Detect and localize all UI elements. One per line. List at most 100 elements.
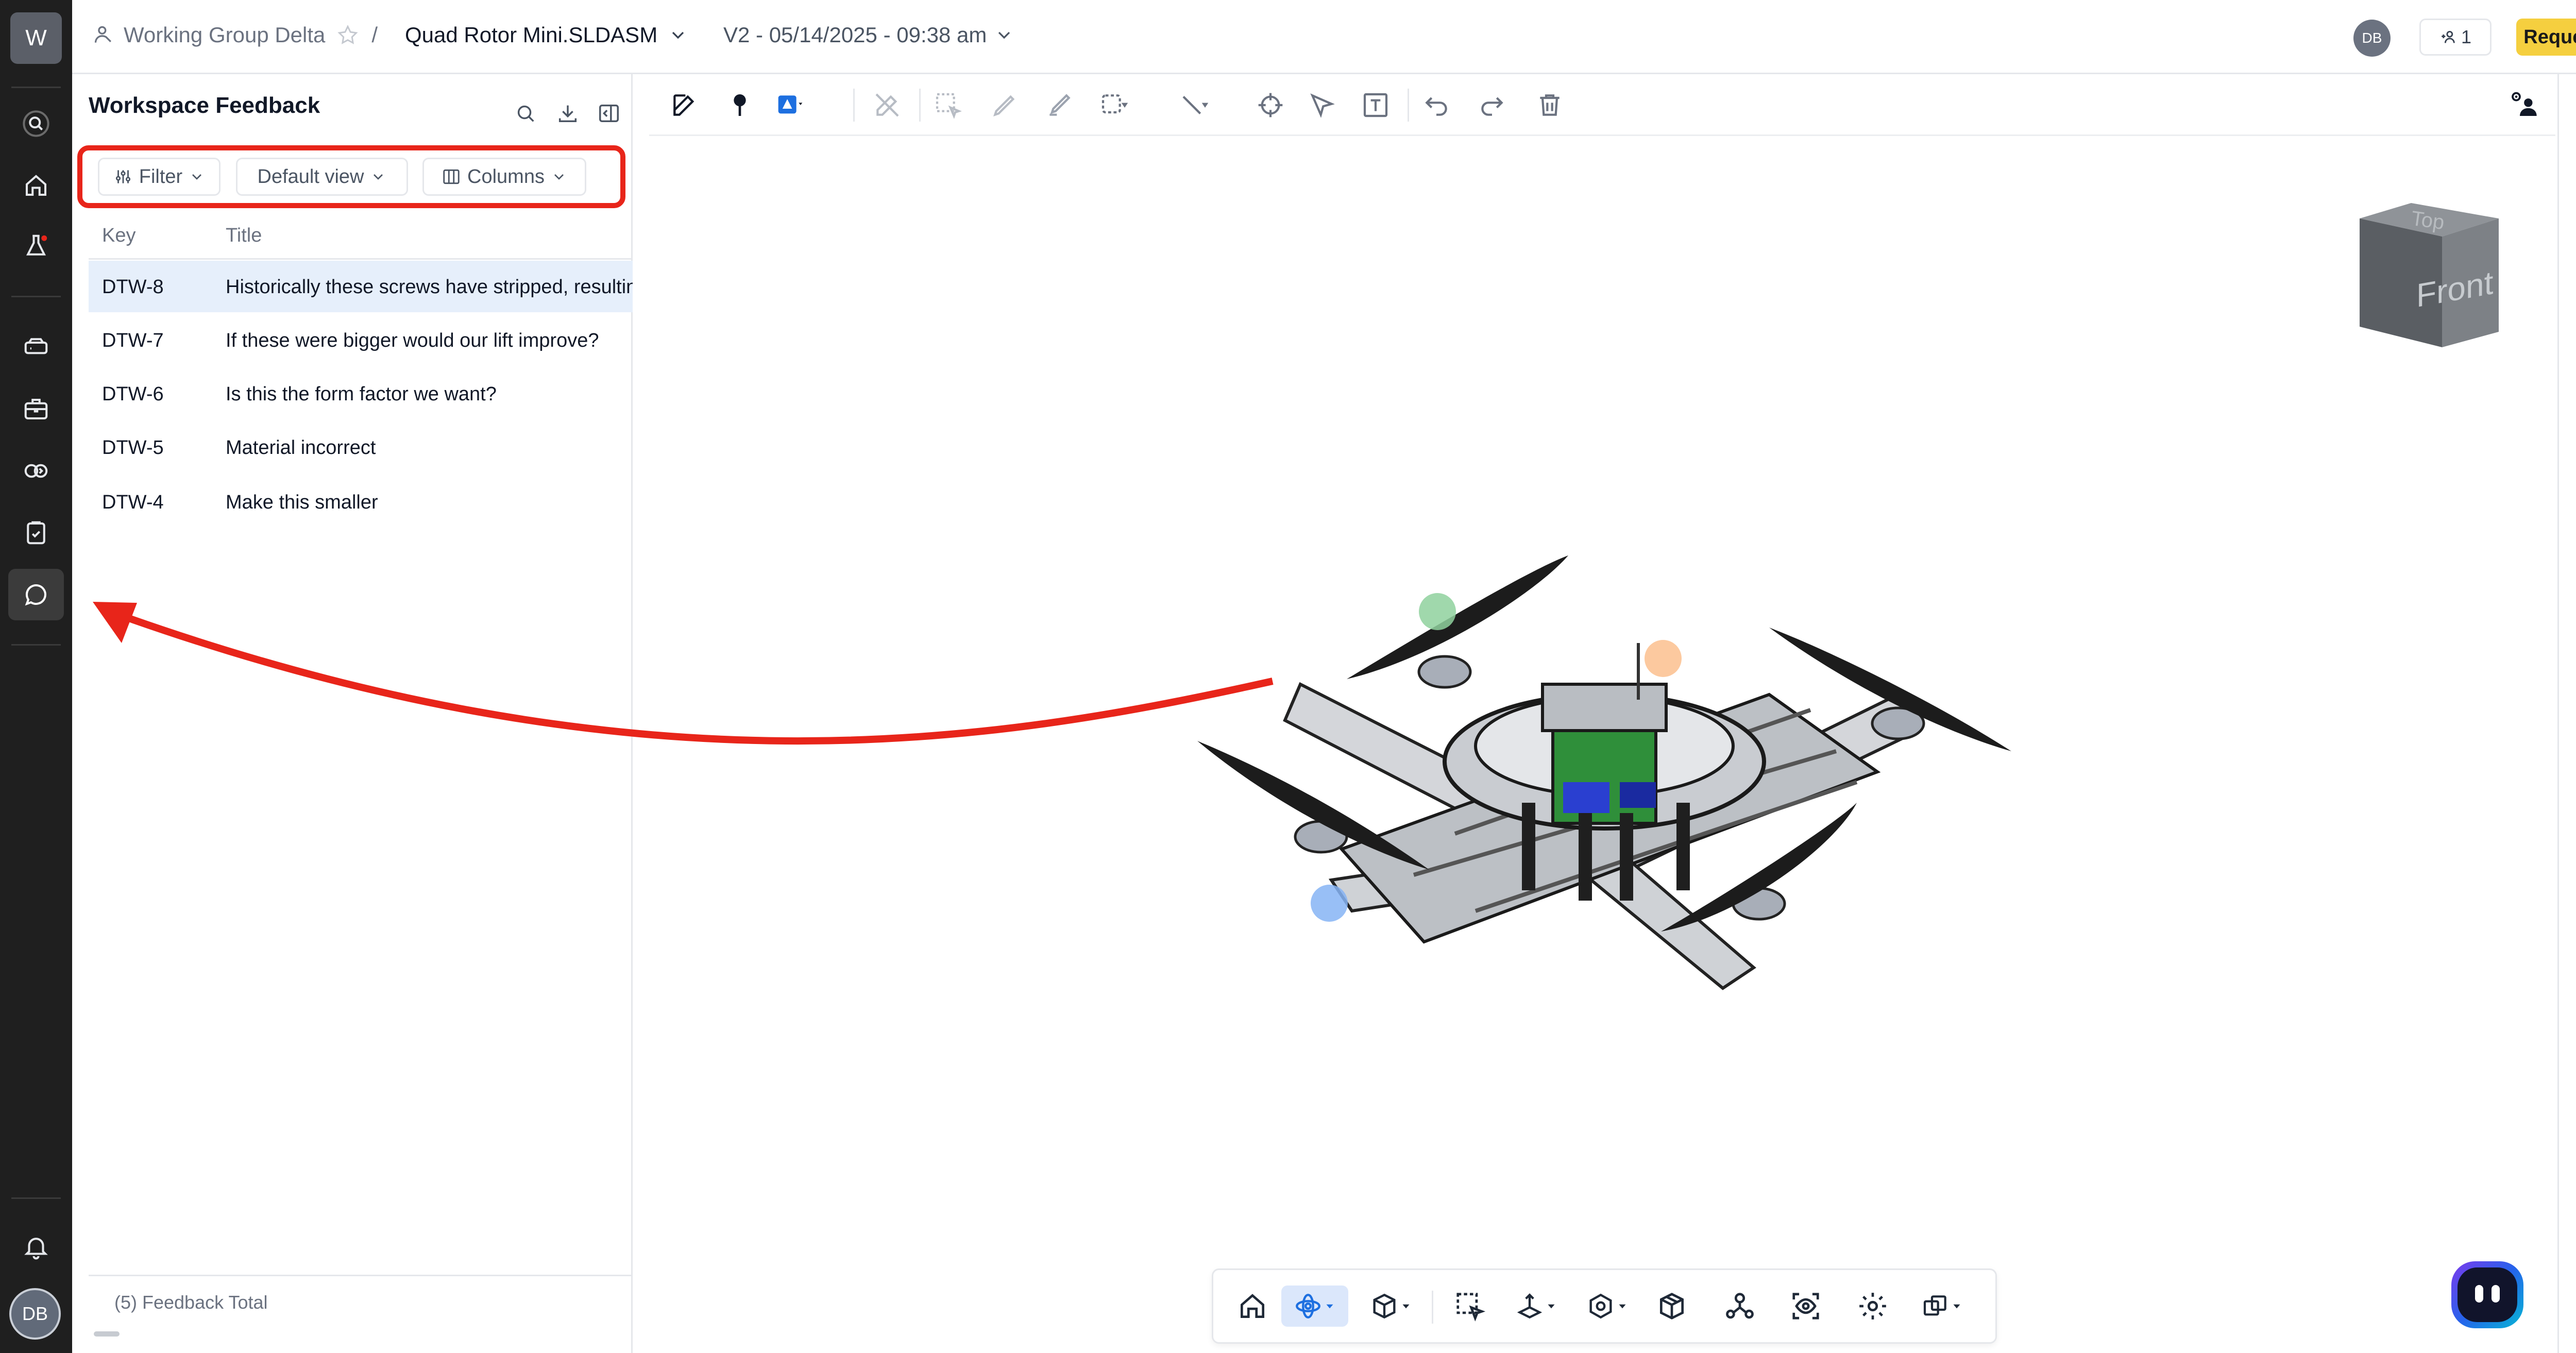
row-title: Is this the form factor we want? <box>226 383 497 405</box>
user-avatar[interactable]: DB <box>9 1288 61 1340</box>
task-check-icon[interactable] <box>2572 90 2576 131</box>
view-label: Default view <box>257 165 364 188</box>
feedback-marker-blue[interactable] <box>1311 885 1348 922</box>
table-row[interactable]: DTW-6 Is this the form factor we want? <box>89 368 633 419</box>
highlighter-icon[interactable] <box>1042 88 1077 123</box>
toolbar-divider <box>853 89 855 122</box>
lab-flask-icon[interactable] <box>8 221 64 272</box>
view-cube-top-label[interactable]: Top <box>2410 207 2446 235</box>
rail-divider <box>11 296 61 297</box>
eraser-pen-icon[interactable] <box>870 88 905 123</box>
line-tool-icon[interactable] <box>1177 88 1212 123</box>
markup-pencil-icon[interactable] <box>667 88 702 123</box>
filter-button[interactable]: Filter <box>98 158 221 196</box>
home-view-icon[interactable] <box>1232 1286 1273 1327</box>
table-header: Key Title <box>89 209 633 260</box>
clipboard-check-icon[interactable] <box>8 507 64 559</box>
file-name-dropdown[interactable]: Quad Rotor Mini.SLDASM <box>405 23 688 47</box>
toolbar-divider <box>1408 89 1409 122</box>
box-select-icon[interactable] <box>1449 1286 1490 1327</box>
chevron-down-icon <box>1953 1304 1960 1309</box>
feedback-marker-orange[interactable] <box>1645 640 1682 677</box>
collapse-panel-icon[interactable] <box>595 99 623 128</box>
section-plane-button[interactable] <box>1508 1286 1565 1327</box>
star-icon[interactable] <box>336 24 359 46</box>
list-details-icon[interactable] <box>2572 213 2576 255</box>
add-person-icon <box>2442 30 2455 43</box>
pin-icon[interactable] <box>722 88 757 123</box>
shape-select-icon[interactable] <box>1096 88 1131 123</box>
lightbulb-icon[interactable] <box>2572 275 2576 316</box>
download-icon[interactable] <box>553 99 582 128</box>
columns-button[interactable]: Columns <box>422 158 586 196</box>
color-picker-icon[interactable] <box>773 88 808 123</box>
ai-assistant-icon[interactable] <box>2572 337 2576 378</box>
search-icon[interactable] <box>511 99 540 128</box>
undo-icon[interactable] <box>1419 88 1454 123</box>
share-button[interactable]: 1 <box>2419 19 2492 56</box>
toolbox-icon[interactable] <box>8 383 64 435</box>
orbit-tool-button[interactable] <box>1281 1286 1348 1327</box>
breadcrumb-file[interactable]: Quad Rotor Mini.SLDASM <box>405 23 657 47</box>
integrations-icon[interactable] <box>8 445 64 497</box>
drive-icon[interactable] <box>8 322 64 373</box>
row-key: DTW-8 <box>102 276 164 298</box>
panel-title: Workspace Feedback <box>89 93 320 118</box>
isometric-view-icon[interactable] <box>1651 1286 1692 1327</box>
crosshair-icon[interactable] <box>1253 88 1288 123</box>
bell-icon[interactable] <box>8 1221 64 1273</box>
user-settings-icon[interactable] <box>2506 88 2541 123</box>
comments-icon[interactable] <box>2572 151 2576 193</box>
chevron-down-icon <box>1548 1304 1555 1309</box>
top-bar: Working Group Delta / Quad Rotor Mini.SL… <box>72 0 2576 74</box>
select-region-icon[interactable] <box>930 88 965 123</box>
breadcrumb-separator: / <box>371 23 378 47</box>
pen-icon[interactable] <box>987 88 1022 123</box>
view-selector-button[interactable]: Default view <box>236 158 408 196</box>
ai-assistant-bubble[interactable] <box>2451 1261 2523 1328</box>
table-row[interactable]: DTW-4 Make this smaller <box>89 476 633 528</box>
chevron-down-icon <box>554 174 564 180</box>
text-box-icon[interactable] <box>1358 88 1393 123</box>
cursor-select-icon[interactable] <box>1304 88 1340 123</box>
toolbar-divider <box>919 89 921 122</box>
collaborator-avatar[interactable]: DB <box>2353 20 2391 57</box>
display-mode-button[interactable] <box>1914 1286 1971 1327</box>
gear-icon[interactable] <box>1852 1286 1893 1327</box>
request-review-button[interactable]: Request Review <box>2516 19 2576 56</box>
redo-icon[interactable] <box>1475 88 1510 123</box>
breadcrumb-version[interactable]: V2 - 05/14/2025 - 09:38 am <box>723 23 987 47</box>
horizontal-scrollbar[interactable] <box>94 1331 120 1337</box>
version-dropdown[interactable]: V2 - 05/14/2025 - 09:38 am <box>723 23 1014 47</box>
explode-view-button[interactable] <box>1579 1286 1636 1327</box>
table-row[interactable]: DTW-8 Historically these screws have str… <box>89 261 633 312</box>
table-row[interactable]: DTW-5 Material incorrect <box>89 421 633 473</box>
feedback-chat-icon[interactable] <box>8 569 64 620</box>
home-icon[interactable] <box>8 160 64 211</box>
column-header-title[interactable]: Title <box>226 225 262 247</box>
row-key: DTW-6 <box>102 383 164 405</box>
search-icon[interactable] <box>8 98 64 149</box>
breadcrumb-workspace[interactable]: Working Group Delta <box>124 23 325 47</box>
row-key: DTW-7 <box>102 330 164 351</box>
right-rail: 3 3 <box>2557 74 2576 1353</box>
assembly-tree-icon[interactable] <box>1719 1286 1760 1327</box>
view-controls-toolbar <box>1212 1269 1997 1344</box>
trash-icon[interactable] <box>1532 88 1567 123</box>
cube-view-button[interactable] <box>1363 1286 1419 1327</box>
left-nav-rail: W DB <box>0 0 72 1353</box>
feedback-marker-green[interactable] <box>1419 593 1456 630</box>
table-row[interactable]: DTW-7 If these were bigger would our lif… <box>89 314 633 366</box>
viewer-toolbar <box>649 74 2555 136</box>
chevron-down-icon <box>1326 1304 1333 1309</box>
sliders-icon <box>115 170 130 183</box>
breadcrumb: Working Group Delta / <box>93 23 378 47</box>
workspace-switcher[interactable]: W <box>10 12 62 64</box>
row-title: Material incorrect <box>226 437 376 459</box>
feedback-total: (5) Feedback Total <box>114 1292 268 1313</box>
visibility-icon[interactable] <box>1785 1286 1826 1327</box>
chevron-down-icon <box>672 31 684 39</box>
view-cube[interactable]: Top Front <box>2349 198 2504 352</box>
column-header-key[interactable]: Key <box>102 225 135 247</box>
annotation-arrow <box>93 602 1274 745</box>
